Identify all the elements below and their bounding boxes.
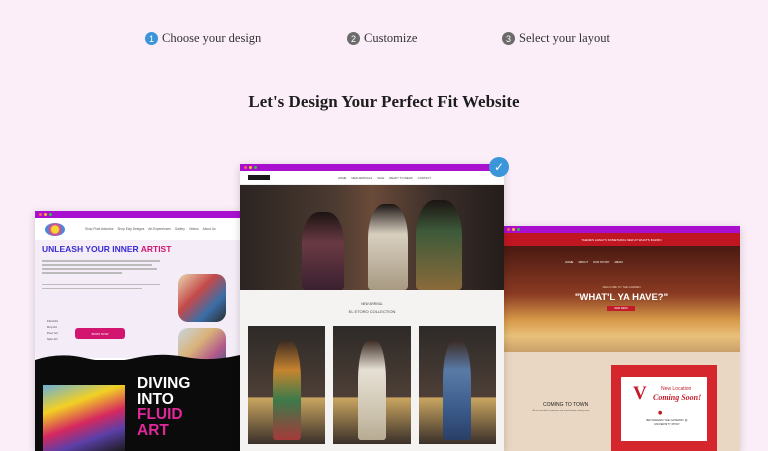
preview-nav: HOME NEW ARRIVALS SALE READY TO WEAR CON… (240, 171, 504, 185)
step-label: Select your layout (519, 31, 610, 45)
window-dot-icon (517, 228, 520, 231)
step-select-layout[interactable]: 3 Select your layout (502, 31, 610, 46)
design-card-fashion[interactable]: HOME NEW ARRIVALS SALE READY TO WEAR CON… (240, 164, 504, 451)
product-card (333, 326, 411, 444)
progress-steps: 1 Choose your design 2 Customize 3 Selec… (0, 31, 768, 49)
site-logo (248, 175, 270, 180)
book-now-button: BOOK NOW (75, 328, 125, 339)
product-card (418, 326, 496, 444)
headline-accent: ARTIST (140, 244, 172, 254)
design-card-fluid-art[interactable]: Shop Fluid Artworks Shop Eclp Designs Ar… (35, 211, 240, 451)
window-dot-icon (39, 213, 42, 216)
nav-link: OUR STORY (593, 260, 610, 264)
site-logo (45, 223, 65, 236)
window-dot-icon (512, 228, 515, 231)
window-dot-icon (254, 166, 257, 169)
preview-nav: HOME ABOUT OUR STORY MENU (565, 260, 623, 264)
product-grid (240, 326, 504, 451)
browser-chrome (503, 226, 740, 233)
nav-link: READY TO WEAR (389, 176, 413, 180)
brand-logo: V (633, 383, 647, 404)
hero-title: "WHAT'L YA HAVE?" (574, 292, 669, 303)
hero-kicker: WELCOME TO THE GARDEN (602, 285, 641, 289)
nav-link: Shop Fluid Artworks (85, 227, 114, 231)
model-figure (416, 200, 462, 290)
coming-title: COMING TO TOWN (543, 402, 589, 408)
nav-link: HOME (565, 260, 574, 264)
selected-check-icon: ✓ (489, 157, 509, 177)
list-item: Spin Art (47, 337, 58, 341)
headline-part: UNLEASH YOUR INNER (42, 244, 141, 254)
step-number: 3 (502, 32, 515, 45)
product-card (248, 326, 326, 444)
window-dot-icon (44, 213, 47, 216)
headline-accent: ART (137, 421, 169, 439)
preview-hero: UNLEASH YOUR INNER ARTIST Fluid Art Drip… (35, 240, 240, 370)
announcement-bar: THERE'S ALWAYS SOMETHING NEW AT WHAT'S B… (503, 233, 740, 246)
text-placeholder (42, 260, 162, 292)
sign-new-location: New Location (661, 386, 692, 392)
model-figure (302, 212, 344, 290)
coming-section: COMING TO TOWN We are excited to announc… (503, 352, 740, 451)
model-figure (368, 204, 408, 290)
nav-link: MENU (614, 260, 623, 264)
window-dot-icon (244, 166, 247, 169)
sign-panel: V New Location Coming Soon! ● BETHLEHEM … (621, 377, 707, 441)
nav-link: Art Experiences (148, 227, 171, 231)
nav-link: ABOUT (578, 260, 589, 264)
step-customize[interactable]: 2 Customize (347, 31, 417, 46)
nav-link: NEW ARRIVALS (351, 176, 373, 180)
nav-link: Gallery (174, 227, 185, 231)
step-number: 1 (145, 32, 158, 45)
nav-link: Videos (188, 227, 199, 231)
preview-headline: UNLEASH YOUR INNER ARTIST (42, 244, 171, 254)
step-label: Customize (364, 31, 418, 45)
collection-title: EL ETORO COLLECTION (348, 309, 396, 314)
nav-link: SALE (377, 176, 385, 180)
sign-address: BETHLEHEM THE GATEWAY @ UNIVERSITY PKWY (646, 418, 688, 426)
coming-subtitle: We are excited to announce our new locat… (532, 410, 590, 412)
step-choose-design[interactable]: 1 Choose your design (145, 31, 261, 46)
browser-chrome (35, 211, 240, 218)
preview-nav: Shop Fluid Artworks Shop Eclp Designs Ar… (35, 218, 240, 240)
location-pin-icon: ● (658, 410, 663, 416)
location-sign: V New Location Coming Soon! ● BETHLEHEM … (611, 365, 717, 451)
step-number: 2 (347, 32, 360, 45)
artwork-image (43, 385, 125, 451)
hero-image: HOME ABOUT OUR STORY MENU WELCOME TO THE… (503, 246, 740, 352)
view-menu-button: VIEW MENU (607, 306, 635, 311)
collection-kicker: NEW ARRIVAL (361, 302, 383, 306)
nav-link: HOME (338, 176, 347, 180)
nav-link: Shop Eclp Designs (117, 227, 145, 231)
collection-heading: NEW ARRIVAL EL ETORO COLLECTION (240, 290, 504, 326)
diving-headline: DIVING INTO FLUID ART (137, 376, 190, 438)
headline-line: INTO (137, 390, 174, 408)
page-title: Let's Design Your Perfect Fit Website (248, 92, 520, 111)
nav-link: CONTACT (417, 176, 431, 180)
headline-line: DIVING (137, 375, 191, 392)
window-dot-icon (49, 213, 52, 216)
bullet-list: Fluid Art Drip Art Pour Art Spin Art (47, 318, 58, 342)
step-label: Choose your design (162, 31, 262, 45)
nav-link: About Us (202, 227, 216, 231)
browser-chrome (240, 164, 504, 171)
window-dot-icon (507, 228, 510, 231)
sign-coming-soon: Coming Soon! (653, 393, 702, 402)
headline-accent: FLUID (137, 406, 183, 423)
artwork-image (178, 274, 226, 322)
hero-image (240, 185, 504, 290)
design-card-restaurant[interactable]: THERE'S ALWAYS SOMETHING NEW AT WHAT'S B… (503, 226, 740, 451)
window-dot-icon (249, 166, 252, 169)
